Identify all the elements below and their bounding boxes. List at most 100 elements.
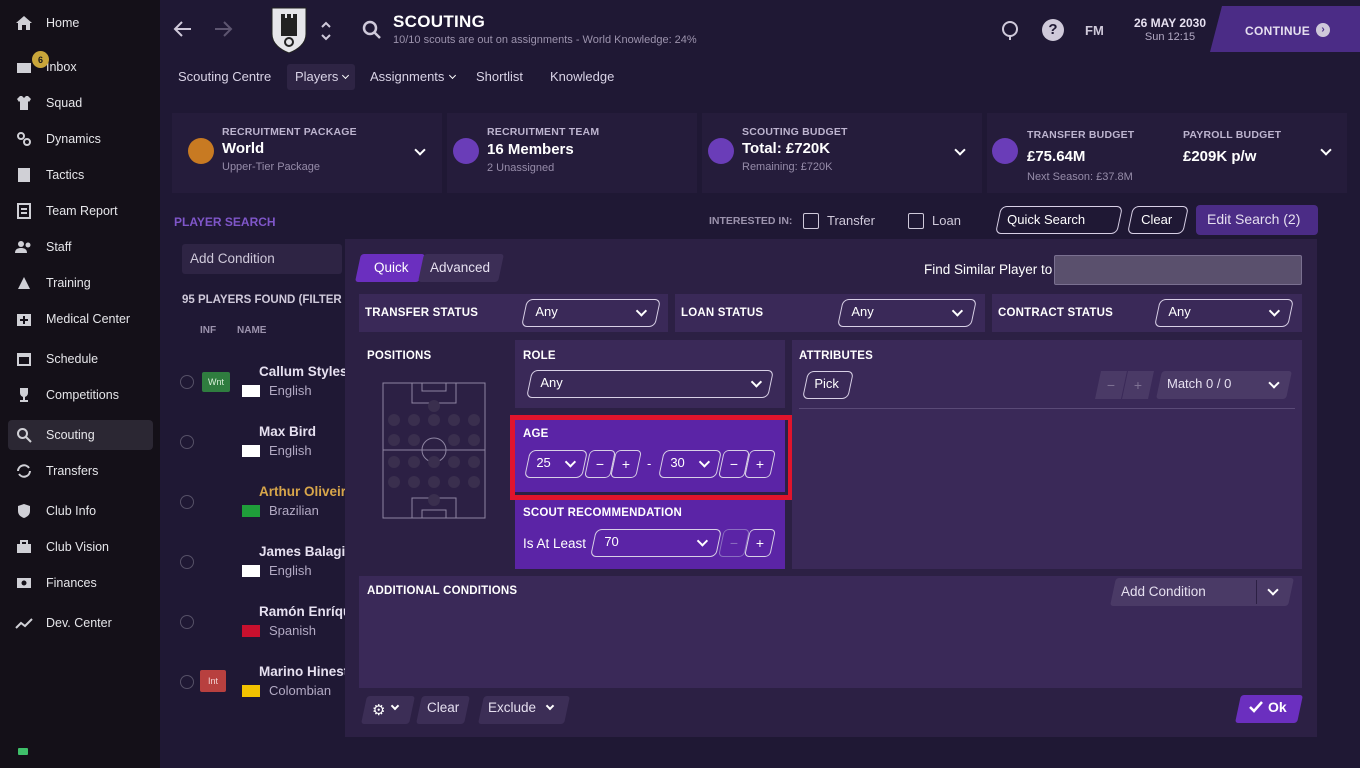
player-name[interactable]: Marino Hinest <box>259 664 348 679</box>
sidebar-item-staff[interactable]: Staff <box>8 232 153 262</box>
quick-search-label: Quick Search <box>1007 212 1086 227</box>
colombia-flag-icon <box>242 685 260 697</box>
sidebar-item-inbox[interactable]: 6 Inbox <box>8 51 153 82</box>
players-found-label: 95 PLAYERS FOUND (FILTER <box>182 294 342 306</box>
sidebar-item-home[interactable]: Home <box>8 8 153 38</box>
sidebar-item-label: Dev. Center <box>46 616 112 630</box>
player-name[interactable]: Arthur Oliveir <box>259 484 346 499</box>
attributes-label: ATTRIBUTES <box>799 350 873 362</box>
card-label: RECRUITMENT PACKAGE <box>222 126 357 138</box>
scout-rec-dropdown[interactable]: 70 <box>590 529 722 557</box>
forward-button[interactable] <box>212 18 234 40</box>
attributes-divider <box>799 408 1295 409</box>
attributes-plus-button[interactable]: + <box>1122 371 1154 399</box>
chevron-down-icon <box>951 305 964 317</box>
loan-checkbox-label: Loan <box>932 213 961 228</box>
quick-search-dropdown[interactable]: Quick Search <box>995 206 1123 234</box>
calendar-icon <box>14 349 34 369</box>
transfer-status-dropdown[interactable]: Any <box>521 299 661 327</box>
age-highlight-box <box>510 415 793 500</box>
sidebar-item-label: Dynamics <box>46 132 101 146</box>
sidebar-item-label: Team Report <box>46 204 118 218</box>
tab-scouting-centre[interactable]: Scouting Centre <box>178 69 271 84</box>
recruitment-package-card[interactable]: RECRUITMENT PACKAGE World Upper-Tier Pac… <box>172 113 442 193</box>
sidebar-item-team-report[interactable]: Team Report <box>8 196 153 226</box>
col-inf-header: INF <box>200 325 217 336</box>
sidebar-item-label: Squad <box>46 96 83 110</box>
club-switch-icon[interactable] <box>320 20 332 42</box>
tab-players[interactable]: Players <box>295 69 338 84</box>
card-label: RECRUITMENT TEAM <box>487 126 600 138</box>
row-select-checkbox[interactable] <box>180 495 194 509</box>
tab-assignments[interactable]: Assignments <box>370 69 444 84</box>
player-name[interactable]: Max Bird <box>259 424 316 439</box>
sidebar-item-club-vision[interactable]: Club Vision <box>8 532 153 562</box>
player-name[interactable]: James Balagiz <box>259 544 352 559</box>
globe-badge-icon <box>188 138 214 164</box>
sidebar-item-label: Staff <box>46 240 72 254</box>
medical-icon <box>14 309 34 329</box>
row-select-checkbox[interactable] <box>180 375 194 389</box>
sidebar-item-tactics[interactable]: Tactics <box>8 160 153 190</box>
player-name[interactable]: Callum Styles <box>259 364 348 379</box>
row-select-checkbox[interactable] <box>180 555 194 569</box>
budget-card[interactable]: TRANSFER BUDGET £75.64M Next Season: £37… <box>987 113 1347 193</box>
transfer-checkbox[interactable] <box>803 213 819 229</box>
sidebar-item-scouting[interactable]: Scouting <box>8 420 153 450</box>
help-icon[interactable]: ? <box>1042 19 1064 41</box>
sidebar-item-competitions[interactable]: Competitions <box>8 380 153 410</box>
pitch-position-picker[interactable] <box>382 382 486 519</box>
card-label: PAYROLL BUDGET <box>1183 129 1282 141</box>
scout-rec-plus-button[interactable]: + <box>744 529 776 557</box>
club-crest-icon[interactable] <box>270 6 308 54</box>
tab-knowledge[interactable]: Knowledge <box>550 69 614 84</box>
sidebar-item-label: Finances <box>46 576 97 590</box>
row-select-checkbox[interactable] <box>180 435 194 449</box>
dropdown-value: Any <box>540 375 563 390</box>
find-similar-input[interactable] <box>1054 255 1302 285</box>
inbox-badge: 6 <box>32 51 49 68</box>
sidebar-item-label: Schedule <box>46 352 99 366</box>
contract-status-dropdown[interactable]: Any <box>1154 299 1294 327</box>
card-label: SCOUTING BUDGET <box>742 126 848 138</box>
loan-checkbox[interactable] <box>908 213 924 229</box>
sidebar-item-label: Training <box>46 276 91 290</box>
sidebar-item-squad[interactable]: Squad <box>8 88 153 118</box>
role-dropdown[interactable]: Any <box>526 370 774 398</box>
recruitment-team-card[interactable]: RECRUITMENT TEAM 16 Members 2 Unassigned <box>447 113 697 193</box>
sidebar-item-dynamics[interactable]: Dynamics <box>8 124 153 154</box>
loan-status-dropdown[interactable]: Any <box>837 299 977 327</box>
card-value: World <box>222 140 265 157</box>
sidebar-item-schedule[interactable]: Schedule <box>8 344 153 374</box>
scouting-budget-card[interactable]: SCOUTING BUDGET Total: £720K Remaining: … <box>702 113 982 193</box>
sidebar-item-finances[interactable]: Finances <box>8 568 153 598</box>
sidebar-item-club-info[interactable]: Club Info <box>8 496 153 526</box>
team-badge-icon <box>453 138 479 164</box>
sidebar-item-dev-center[interactable]: Dev. Center <box>8 608 153 638</box>
clear-search-button[interactable]: Clear <box>1127 206 1189 234</box>
inbox-icon: 6 <box>14 51 49 77</box>
row-select-checkbox[interactable] <box>180 675 194 689</box>
card-sub: 2 Unassigned <box>487 162 555 174</box>
row-select-checkbox[interactable] <box>180 615 194 629</box>
scout-rec-operator[interactable]: Is At Least <box>523 536 586 551</box>
tab-shortlist[interactable]: Shortlist <box>476 69 523 84</box>
settings-dropdown[interactable] <box>361 696 415 724</box>
sidebar-item-training[interactable]: Training <box>8 268 153 298</box>
sidebar-item-transfers[interactable]: Transfers <box>8 456 153 486</box>
player-name[interactable]: Ramón Enríqu <box>259 604 351 619</box>
transfer-checkbox-label: Transfer <box>827 213 875 228</box>
home-icon <box>14 13 34 33</box>
globe-icon[interactable] <box>1000 20 1020 40</box>
sidebar-item-medical-center[interactable]: Medical Center <box>8 304 153 334</box>
fm-button[interactable]: FM <box>1085 23 1104 38</box>
tab-advanced-label: Advanced <box>430 260 491 275</box>
search-icon <box>362 20 382 40</box>
search-icon <box>14 425 34 445</box>
sidebar-item-label: Club Vision <box>46 540 110 554</box>
chevron-down-icon <box>696 535 709 547</box>
player-nationality: English <box>269 443 312 458</box>
back-button[interactable] <box>172 18 194 40</box>
pick-attributes-button[interactable]: Pick <box>802 371 854 399</box>
england-flag-icon <box>242 385 260 397</box>
